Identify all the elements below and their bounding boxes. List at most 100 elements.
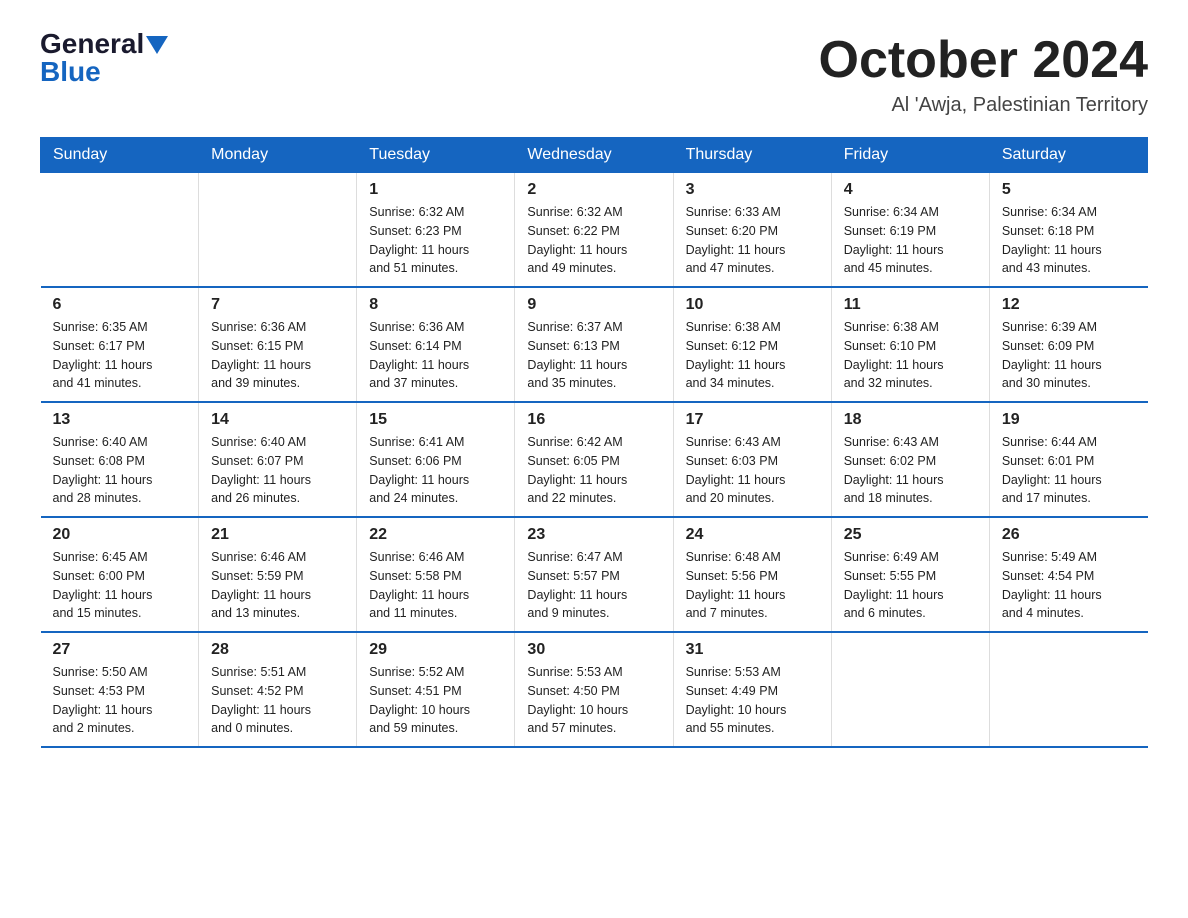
title-section: October 2024 Al 'Awja, Palestinian Terri…: [819, 30, 1149, 117]
day-number: 28: [211, 641, 344, 659]
calendar-cell: 26 Sunrise: 5:49 AM Sunset: 4:54 PM Dayli…: [989, 517, 1147, 632]
day-number: 2: [527, 181, 660, 199]
calendar-week-2: 6Sunrise: 6:35 AM Sunset: 6:17 PM Daylig…: [41, 287, 1148, 402]
day-info: Sunrise: 6:38 AM Sunset: 6:12 PM Dayligh…: [686, 318, 819, 393]
page-header: General Blue October 2024 Al 'Awja, Pale…: [40, 30, 1148, 117]
calendar-cell: [199, 173, 357, 288]
day-info: Sunrise: 6:34 AM Sunset: 6:19 PM Dayligh…: [844, 203, 977, 278]
day-info: Sunrise: 5:49 AM Sunset: 4:54 PM Dayligh…: [1002, 548, 1136, 623]
calendar-cell: 4 Sunrise: 6:34 AM Sunset: 6:19 PM Daylig…: [831, 173, 989, 288]
day-info: Sunrise: 6:40 AM Sunset: 6:08 PM Dayligh…: [53, 433, 187, 508]
calendar-cell: 14 Sunrise: 6:40 AM Sunset: 6:07 PM Dayli…: [199, 402, 357, 517]
day-number: 23: [527, 526, 660, 544]
day-info: Sunrise: 6:44 AM Sunset: 6:01 PM Dayligh…: [1002, 433, 1136, 508]
location-title: Al 'Awja, Palestinian Territory: [819, 94, 1149, 117]
calendar-cell: 15 Sunrise: 6:41 AM Sunset: 6:06 PM Dayli…: [357, 402, 515, 517]
calendar-cell: 20Sunrise: 6:45 AM Sunset: 6:00 PM Dayli…: [41, 517, 199, 632]
day-number: 19: [1002, 411, 1136, 429]
day-number: 5: [1002, 181, 1136, 199]
day-info: Sunrise: 6:48 AM Sunset: 5:56 PM Dayligh…: [686, 548, 819, 623]
day-info: Sunrise: 6:36 AM Sunset: 6:15 PM Dayligh…: [211, 318, 344, 393]
day-number: 9: [527, 296, 660, 314]
calendar-cell: 2 Sunrise: 6:32 AM Sunset: 6:22 PM Daylig…: [515, 173, 673, 288]
day-info: Sunrise: 6:41 AM Sunset: 6:06 PM Dayligh…: [369, 433, 502, 508]
calendar-cell: 11 Sunrise: 6:38 AM Sunset: 6:10 PM Dayli…: [831, 287, 989, 402]
header-saturday: Saturday: [989, 138, 1147, 173]
day-number: 12: [1002, 296, 1136, 314]
header-monday: Monday: [199, 138, 357, 173]
day-info: Sunrise: 6:45 AM Sunset: 6:00 PM Dayligh…: [53, 548, 187, 623]
day-number: 11: [844, 296, 977, 314]
day-info: Sunrise: 6:40 AM Sunset: 6:07 PM Dayligh…: [211, 433, 344, 508]
day-number: 24: [686, 526, 819, 544]
day-number: 14: [211, 411, 344, 429]
day-number: 21: [211, 526, 344, 544]
day-number: 26: [1002, 526, 1136, 544]
day-info: Sunrise: 6:46 AM Sunset: 5:59 PM Dayligh…: [211, 548, 344, 623]
day-info: Sunrise: 5:53 AM Sunset: 4:49 PM Dayligh…: [686, 663, 819, 738]
day-number: 29: [369, 641, 502, 659]
calendar-cell: 22Sunrise: 6:46 AM Sunset: 5:58 PM Dayli…: [357, 517, 515, 632]
day-number: 3: [686, 181, 819, 199]
calendar-cell: 17Sunrise: 6:43 AM Sunset: 6:03 PM Dayli…: [673, 402, 831, 517]
header-sunday: Sunday: [41, 138, 199, 173]
day-info: Sunrise: 6:42 AM Sunset: 6:05 PM Dayligh…: [527, 433, 660, 508]
calendar-cell: [831, 632, 989, 747]
day-number: 8: [369, 296, 502, 314]
calendar-cell: 7 Sunrise: 6:36 AM Sunset: 6:15 PM Daylig…: [199, 287, 357, 402]
calendar-body: 1 Sunrise: 6:32 AM Sunset: 6:23 PM Daylig…: [41, 173, 1148, 748]
day-info: Sunrise: 6:32 AM Sunset: 6:22 PM Dayligh…: [527, 203, 660, 278]
day-info: Sunrise: 6:38 AM Sunset: 6:10 PM Dayligh…: [844, 318, 977, 393]
calendar-cell: 10Sunrise: 6:38 AM Sunset: 6:12 PM Dayli…: [673, 287, 831, 402]
calendar-cell: 6Sunrise: 6:35 AM Sunset: 6:17 PM Daylig…: [41, 287, 199, 402]
day-number: 16: [527, 411, 660, 429]
day-info: Sunrise: 6:46 AM Sunset: 5:58 PM Dayligh…: [369, 548, 502, 623]
calendar-week-4: 20Sunrise: 6:45 AM Sunset: 6:00 PM Dayli…: [41, 517, 1148, 632]
calendar-week-5: 27Sunrise: 5:50 AM Sunset: 4:53 PM Dayli…: [41, 632, 1148, 747]
calendar-cell: 28 Sunrise: 5:51 AM Sunset: 4:52 PM Dayli…: [199, 632, 357, 747]
calendar-week-1: 1 Sunrise: 6:32 AM Sunset: 6:23 PM Daylig…: [41, 173, 1148, 288]
logo-blue-text: Blue: [40, 56, 101, 87]
day-info: Sunrise: 6:32 AM Sunset: 6:23 PM Dayligh…: [369, 203, 502, 278]
day-number: 13: [53, 411, 187, 429]
calendar-table: SundayMondayTuesdayWednesdayThursdayFrid…: [40, 137, 1148, 748]
day-number: 6: [53, 296, 187, 314]
day-info: Sunrise: 6:43 AM Sunset: 6:02 PM Dayligh…: [844, 433, 977, 508]
calendar-cell: 5Sunrise: 6:34 AM Sunset: 6:18 PM Daylig…: [989, 173, 1147, 288]
day-info: Sunrise: 5:53 AM Sunset: 4:50 PM Dayligh…: [527, 663, 660, 738]
calendar-cell: 23 Sunrise: 6:47 AM Sunset: 5:57 PM Dayli…: [515, 517, 673, 632]
day-number: 7: [211, 296, 344, 314]
day-info: Sunrise: 6:47 AM Sunset: 5:57 PM Dayligh…: [527, 548, 660, 623]
calendar-cell: 13 Sunrise: 6:40 AM Sunset: 6:08 PM Dayli…: [41, 402, 199, 517]
day-info: Sunrise: 5:50 AM Sunset: 4:53 PM Dayligh…: [53, 663, 187, 738]
header-tuesday: Tuesday: [357, 138, 515, 173]
day-number: 18: [844, 411, 977, 429]
day-number: 4: [844, 181, 977, 199]
day-info: Sunrise: 5:51 AM Sunset: 4:52 PM Dayligh…: [211, 663, 344, 738]
day-number: 15: [369, 411, 502, 429]
header-friday: Friday: [831, 138, 989, 173]
calendar-cell: 18 Sunrise: 6:43 AM Sunset: 6:02 PM Dayli…: [831, 402, 989, 517]
calendar-cell: 24 Sunrise: 6:48 AM Sunset: 5:56 PM Dayli…: [673, 517, 831, 632]
calendar-cell: 3 Sunrise: 6:33 AM Sunset: 6:20 PM Daylig…: [673, 173, 831, 288]
day-number: 1: [369, 181, 502, 199]
calendar-cell: 25 Sunrise: 6:49 AM Sunset: 5:55 PM Dayli…: [831, 517, 989, 632]
day-number: 25: [844, 526, 977, 544]
day-info: Sunrise: 6:39 AM Sunset: 6:09 PM Dayligh…: [1002, 318, 1136, 393]
calendar-header: SundayMondayTuesdayWednesdayThursdayFrid…: [41, 138, 1148, 173]
month-title: October 2024: [819, 30, 1149, 90]
calendar-cell: 27Sunrise: 5:50 AM Sunset: 4:53 PM Dayli…: [41, 632, 199, 747]
calendar-cell: 29 Sunrise: 5:52 AM Sunset: 4:51 PM Dayli…: [357, 632, 515, 747]
header-row: SundayMondayTuesdayWednesdayThursdayFrid…: [41, 138, 1148, 173]
calendar-cell: 21 Sunrise: 6:46 AM Sunset: 5:59 PM Dayli…: [199, 517, 357, 632]
logo-general-text: General: [40, 30, 144, 58]
calendar-cell: 8Sunrise: 6:36 AM Sunset: 6:14 PM Daylig…: [357, 287, 515, 402]
day-info: Sunrise: 6:33 AM Sunset: 6:20 PM Dayligh…: [686, 203, 819, 278]
calendar-cell: 31Sunrise: 5:53 AM Sunset: 4:49 PM Dayli…: [673, 632, 831, 747]
day-info: Sunrise: 5:52 AM Sunset: 4:51 PM Dayligh…: [369, 663, 502, 738]
logo: General Blue: [40, 30, 168, 86]
day-info: Sunrise: 6:49 AM Sunset: 5:55 PM Dayligh…: [844, 548, 977, 623]
calendar-cell: 30 Sunrise: 5:53 AM Sunset: 4:50 PM Dayli…: [515, 632, 673, 747]
day-number: 30: [527, 641, 660, 659]
header-wednesday: Wednesday: [515, 138, 673, 173]
